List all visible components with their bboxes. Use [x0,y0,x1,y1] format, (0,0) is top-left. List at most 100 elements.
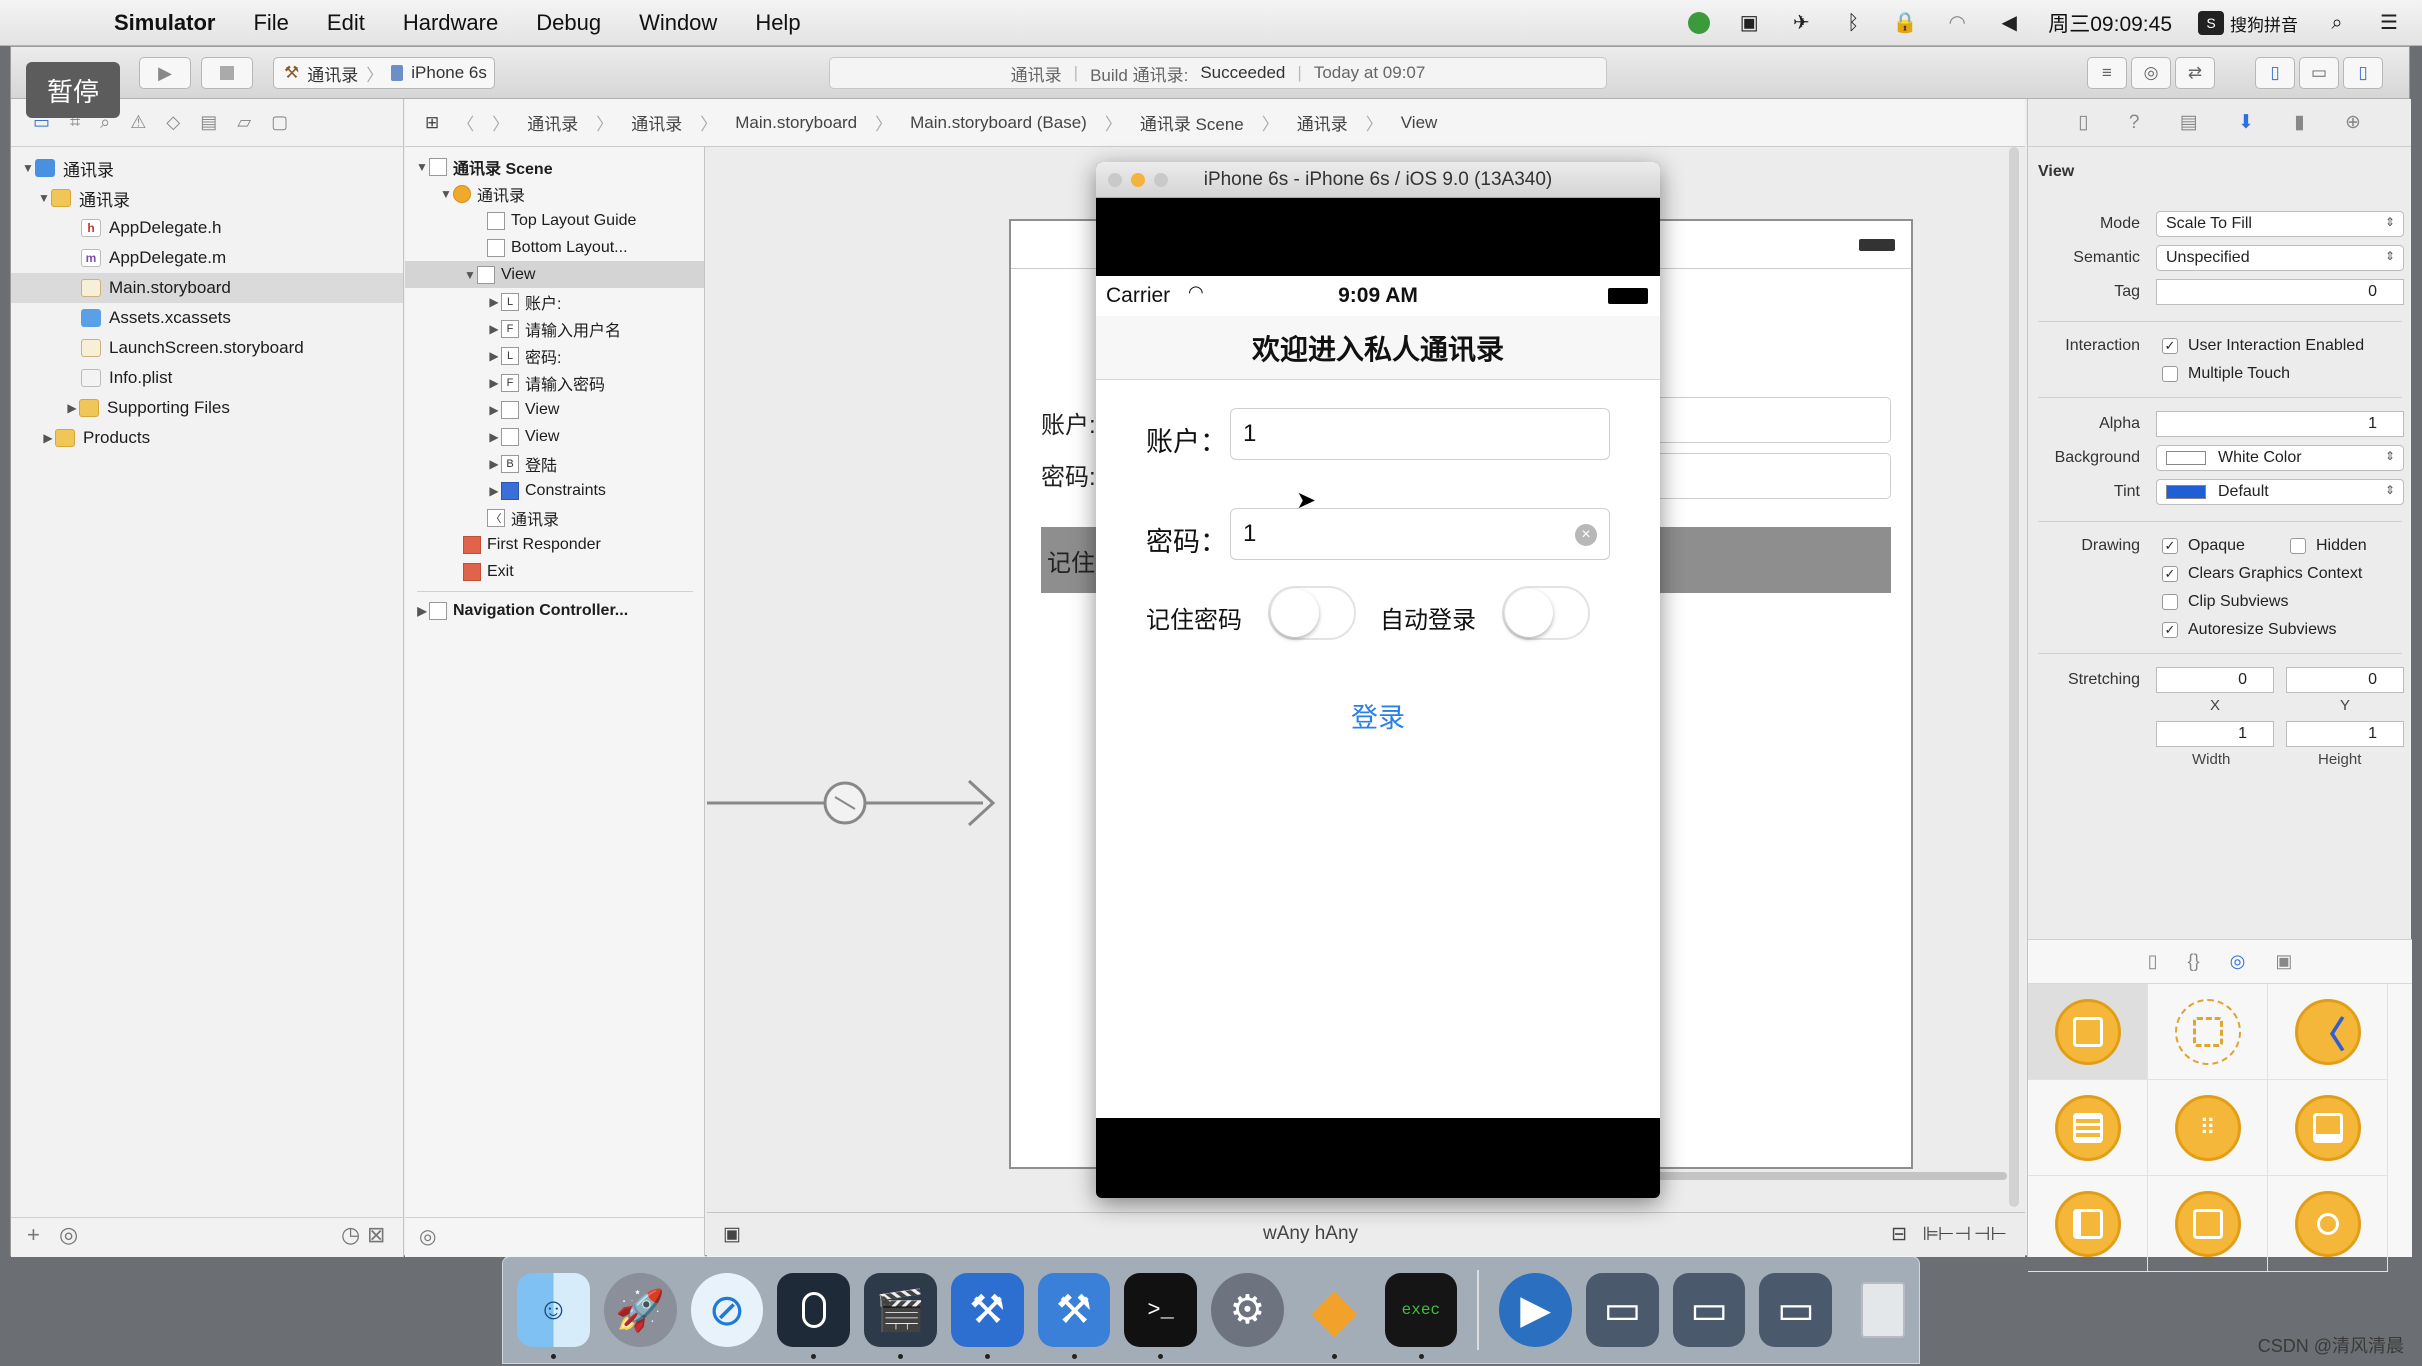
clear-text-icon[interactable]: × [1575,524,1597,546]
opaque-checkbox[interactable]: ✓ [2162,538,2178,554]
object-library-icon[interactable]: ◎ [2230,951,2246,972]
sketch-icon[interactable]: ◆ [1298,1273,1371,1359]
outline-subview-2[interactable]: ▶ View [405,423,704,450]
add-icon[interactable]: + [27,1222,40,1248]
storyboard-account-label[interactable]: 账户: [1041,405,1096,440]
resolve-icon[interactable]: ⊣⊢ [1974,1223,2007,1246]
help-inspector-icon[interactable]: ? [2129,112,2140,134]
trash-icon[interactable] [1846,1273,1919,1347]
menu-clock[interactable]: 周三09:09:45 [2048,8,2172,38]
account-field[interactable]: 1 [1230,408,1610,460]
outline-nav-item[interactable]: 〈 通讯录 [405,504,704,531]
menu-debug[interactable]: Debug [536,10,601,36]
nav-item-appdelegate-h[interactable]: h AppDelegate.h [11,213,403,243]
disclosure-open-icon[interactable]: ▼ [415,160,429,174]
ime-indicator[interactable]: S 搜狗拼音 [2198,11,2298,36]
outline-view[interactable]: ▼ View [405,261,704,288]
background-popup[interactable]: White Color ⇕ [2156,445,2404,471]
library-glkit-view-controller[interactable] [2268,1176,2388,1272]
minimized-window-2-icon[interactable]: ▭ [1672,1273,1746,1347]
jump-project[interactable]: 通讯录 [527,110,578,135]
library-view-controller[interactable] [2028,984,2148,1080]
remember-password-switch[interactable] [1268,586,1356,640]
launchpad-icon[interactable]: 🚀 [603,1273,677,1347]
issue-tab-icon[interactable]: ⚠ [130,112,146,133]
outline-subview-1[interactable]: ▶ View [405,396,704,423]
instruments-icon[interactable]: ⚒ [1037,1273,1111,1359]
storyboard-account-field[interactable] [1651,397,1891,443]
semantic-popup[interactable]: Unspecified ⇕ [2156,245,2404,271]
console-icon[interactable]: exec [1384,1273,1458,1359]
test-tab-icon[interactable]: ◇ [166,112,180,133]
nav-item-project[interactable]: ▼ 通讯录 [11,153,403,183]
quicktime-icon[interactable]: ▶ [1499,1273,1572,1347]
jump-view[interactable]: View [1401,113,1438,133]
library-page-view-controller[interactable] [2148,1176,2268,1272]
disclosure-closed-icon[interactable]: ▶ [487,430,501,444]
attributes-inspector-icon[interactable]: ⬇ [2238,111,2254,134]
debug-tab-icon[interactable]: ▤ [200,112,217,133]
user-interaction-checkbox[interactable]: ✓ [2162,338,2178,354]
alpha-field[interactable]: 1 [2156,411,2404,437]
file-inspector-icon[interactable]: ▯ [2078,111,2088,134]
scm-icon[interactable]: ⊠ [367,1222,385,1248]
code-snippet-icon[interactable]: {} [2188,951,2200,972]
nav-item-supporting-files[interactable]: ▶ Supporting Files [11,393,403,423]
multiple-touch-checkbox[interactable] [2162,366,2178,382]
disclosure-closed-icon[interactable]: ▶ [41,431,55,445]
volume-icon[interactable]: ◀ [1996,11,2022,35]
disclosure-closed-icon[interactable]: ▶ [415,604,429,618]
storyboard-password-field[interactable] [1651,453,1891,499]
jump-group[interactable]: 通讯录 [631,110,682,135]
disclosure-open-icon[interactable]: ▼ [21,161,35,175]
vertical-scrollbar[interactable] [2009,147,2019,1207]
outline-bottom-layout-guide[interactable]: Bottom Layout... [405,234,704,261]
menu-help[interactable]: Help [755,10,800,36]
menu-window[interactable]: Window [639,10,717,36]
outline-username-field[interactable]: ▶ F 请输入用户名 [405,315,704,342]
green-status-icon[interactable] [1688,12,1711,34]
outline-password-label[interactable]: ▶ L 密码: [405,342,704,369]
lock-icon[interactable]: 🔒 [1892,11,1918,35]
outline-controller[interactable]: ▼ 通讯录 [405,180,704,207]
login-button[interactable]: 登录 [1096,696,1660,735]
library-navigation-controller[interactable]: 〈 [2268,984,2388,1080]
filter-icon[interactable]: ◎ [419,1224,436,1249]
jump-file-base[interactable]: Main.storyboard (Base) [910,113,1087,133]
nav-item-products[interactable]: ▶ Products [11,423,403,453]
breakpoint-tab-icon[interactable]: ▱ [237,112,251,133]
menu-edit[interactable]: Edit [327,10,365,36]
terminal-icon[interactable]: >_ [1124,1273,1197,1359]
spotlight-search-icon[interactable]: ⌕ [2324,11,2350,35]
identity-inspector-icon[interactable]: ▤ [2180,111,2198,134]
nav-item-main-storyboard[interactable]: Main.storyboard [11,273,403,303]
stack-icon[interactable]: ⊟ [1891,1223,1907,1246]
tint-popup[interactable]: Default ⇕ [2156,479,2404,505]
stretch-height-field[interactable]: 1 [2286,721,2404,747]
forward-icon[interactable]: 〉 [492,110,509,135]
outline-password-field[interactable]: ▶ F 请输入密码 [405,369,704,396]
report-tab-icon[interactable]: ▢ [271,112,288,133]
jump-file[interactable]: Main.storyboard [735,113,857,133]
stretch-y-field[interactable]: 0 [2286,667,2404,693]
nav-item-launchscreen[interactable]: LaunchScreen.storyboard [11,333,403,363]
outline-constraints[interactable]: ▶ Constraints [405,477,704,504]
library-tab-bar-controller[interactable] [2268,1080,2388,1176]
toggle-navigator-button[interactable]: ▯ [2255,57,2295,89]
outline-top-layout-guide[interactable]: Top Layout Guide [405,207,704,234]
assistant-editor-button[interactable]: ◎ [2131,57,2171,89]
toggle-utilities-button[interactable]: ▯ [2343,57,2383,89]
disclosure-closed-icon[interactable]: ▶ [487,376,501,390]
stretch-width-field[interactable]: 1 [2156,721,2274,747]
clears-context-checkbox[interactable]: ✓ [2162,566,2178,582]
system-preferences-icon[interactable]: ⚙ [1211,1273,1284,1347]
wifi-icon[interactable]: ◠ [1944,11,1970,35]
disclosure-closed-icon[interactable]: ▶ [487,484,501,498]
library-split-view-controller[interactable] [2028,1176,2148,1272]
mode-popup[interactable]: Scale To Fill ⇕ [2156,211,2404,237]
file-template-icon[interactable]: ▯ [2148,951,2158,972]
notification-center-icon[interactable]: ☰ [2376,11,2402,35]
scheme-selector[interactable]: ⚒ 通讯录 〉 iPhone 6s [273,57,495,89]
disclosure-open-icon[interactable]: ▼ [439,187,453,201]
finder-icon[interactable]: ☺ [517,1273,590,1359]
